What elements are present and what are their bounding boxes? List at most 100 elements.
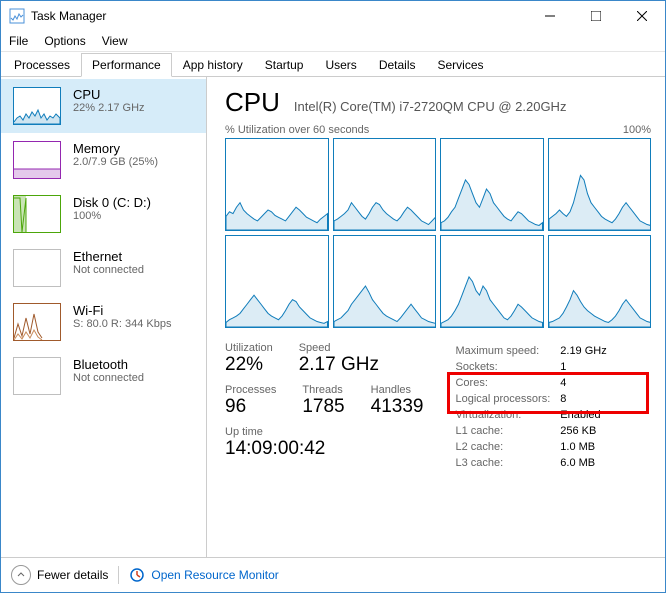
tab-processes[interactable]: Processes (3, 53, 81, 77)
sidebar-item-label: Ethernet (73, 249, 144, 264)
stat-value: 1.0 MB (560, 440, 614, 454)
sidebar-item-sub: Not connected (73, 372, 144, 384)
processes-label: Processes (225, 384, 276, 396)
stat-label: Sockets: (455, 360, 558, 374)
table-row: Virtualization:Enabled (455, 408, 614, 422)
cpu-graph-cell (225, 138, 329, 231)
footer: Fewer details Open Resource Monitor (1, 557, 665, 592)
sidebar-item-disk[interactable]: Disk 0 (C: D:)100% (1, 187, 206, 241)
stat-label: Maximum speed: (455, 344, 558, 358)
sidebar-item-sub: 100% (73, 210, 151, 222)
minimize-button[interactable] (527, 1, 573, 31)
threads-value: 1785 (302, 396, 344, 418)
table-row: Sockets:1 (455, 360, 614, 374)
wifi-thumb-icon (13, 303, 61, 341)
open-resource-monitor-link[interactable]: Open Resource Monitor (129, 567, 278, 583)
cpu-graph-cell (333, 235, 437, 328)
sidebar-item-ethernet[interactable]: EthernetNot connected (1, 241, 206, 295)
table-row: L1 cache:256 KB (455, 424, 614, 438)
threads-label: Threads (302, 384, 344, 396)
sidebar-item-sub: 2.0/7.9 GB (25%) (73, 156, 158, 168)
titlebar[interactable]: Task Manager (1, 1, 665, 31)
stat-value: 8 (560, 392, 614, 406)
stat-value: 6.0 MB (560, 456, 614, 470)
uptime-value: 14:09:00:42 (225, 438, 423, 460)
graph-label-left: % Utilization over 60 seconds (225, 124, 369, 136)
stat-value: 4 (560, 376, 614, 390)
table-row: L3 cache:6.0 MB (455, 456, 614, 470)
stat-label: L1 cache: (455, 424, 558, 438)
tabstrip: Processes Performance App history Startu… (1, 52, 665, 77)
cpu-graphs-grid[interactable] (225, 138, 651, 328)
cpu-model: Intel(R) Core(TM) i7-2720QM CPU @ 2.20GH… (294, 99, 567, 114)
cpu-stats-primary: Utilization22% Speed2.17 GHz Processes96… (225, 342, 423, 472)
sidebar-item-label: Bluetooth (73, 357, 144, 372)
disk-thumb-icon (13, 195, 61, 233)
cpu-graph-cell (225, 235, 329, 328)
menu-view[interactable]: View (102, 34, 128, 48)
window-title: Task Manager (31, 9, 527, 23)
sidebar-item-label: Disk 0 (C: D:) (73, 195, 151, 210)
tab-services[interactable]: Services (427, 53, 495, 77)
performance-detail: CPU Intel(R) Core(TM) i7-2720QM CPU @ 2.… (207, 77, 665, 557)
menu-file[interactable]: File (9, 34, 28, 48)
page-title: CPU (225, 87, 280, 118)
speed-label: Speed (299, 342, 379, 354)
performance-sidebar: CPU22% 2.17 GHz Memory2.0/7.9 GB (25%) D… (1, 77, 207, 557)
sidebar-item-sub: Not connected (73, 264, 144, 276)
stat-value: Enabled (560, 408, 614, 422)
sidebar-item-label: CPU (73, 87, 145, 102)
cpu-graph-cell (440, 235, 544, 328)
stat-label: Virtualization: (455, 408, 558, 422)
tab-details[interactable]: Details (368, 53, 427, 77)
menubar: File Options View (1, 31, 665, 52)
sidebar-item-label: Wi-Fi (73, 303, 171, 318)
resource-monitor-icon (129, 567, 145, 583)
sidebar-item-memory[interactable]: Memory2.0/7.9 GB (25%) (1, 133, 206, 187)
cpu-graph-cell (548, 235, 652, 328)
handles-value: 41339 (371, 396, 424, 418)
table-row: L2 cache:1.0 MB (455, 440, 614, 454)
cpu-thumb-icon (13, 87, 61, 125)
fewer-details-button[interactable]: Fewer details (11, 565, 108, 585)
sidebar-item-bluetooth[interactable]: BluetoothNot connected (1, 349, 206, 403)
ethernet-thumb-icon (13, 249, 61, 287)
sidebar-item-wifi[interactable]: Wi-FiS: 80.0 R: 344 Kbps (1, 295, 206, 349)
task-manager-window: Task Manager File Options View Processes… (0, 0, 666, 593)
maximize-button[interactable] (573, 1, 619, 31)
cpu-stats-secondary: Maximum speed:2.19 GHzSockets:1Cores:4Lo… (453, 342, 616, 472)
menu-options[interactable]: Options (44, 34, 85, 48)
utilization-label: Utilization (225, 342, 273, 354)
graph-label-right: 100% (623, 124, 651, 136)
uptime-label: Up time (225, 426, 423, 438)
stat-value: 1 (560, 360, 614, 374)
separator (118, 566, 119, 584)
chevron-up-icon (11, 565, 31, 585)
sidebar-item-sub: S: 80.0 R: 344 Kbps (73, 318, 171, 330)
close-button[interactable] (619, 1, 665, 31)
tab-performance[interactable]: Performance (81, 53, 172, 77)
utilization-value: 22% (225, 354, 273, 376)
stat-value: 2.19 GHz (560, 344, 614, 358)
cpu-graph-cell (548, 138, 652, 231)
cpu-graph-cell (333, 138, 437, 231)
stat-label: L2 cache: (455, 440, 558, 454)
memory-thumb-icon (13, 141, 61, 179)
handles-label: Handles (371, 384, 424, 396)
table-row: Cores:4 (455, 376, 614, 390)
open-resource-monitor-label: Open Resource Monitor (151, 568, 278, 582)
stat-value: 256 KB (560, 424, 614, 438)
stat-label: Logical processors: (455, 392, 558, 406)
table-row: Logical processors:8 (455, 392, 614, 406)
tab-users[interactable]: Users (314, 53, 367, 77)
cpu-graph-cell (440, 138, 544, 231)
table-row: Maximum speed:2.19 GHz (455, 344, 614, 358)
tab-app-history[interactable]: App history (172, 53, 254, 77)
app-icon (9, 8, 25, 24)
bluetooth-thumb-icon (13, 357, 61, 395)
sidebar-item-cpu[interactable]: CPU22% 2.17 GHz (1, 79, 206, 133)
tab-startup[interactable]: Startup (254, 53, 315, 77)
stat-label: L3 cache: (455, 456, 558, 470)
stat-label: Cores: (455, 376, 558, 390)
fewer-details-label: Fewer details (37, 568, 108, 582)
